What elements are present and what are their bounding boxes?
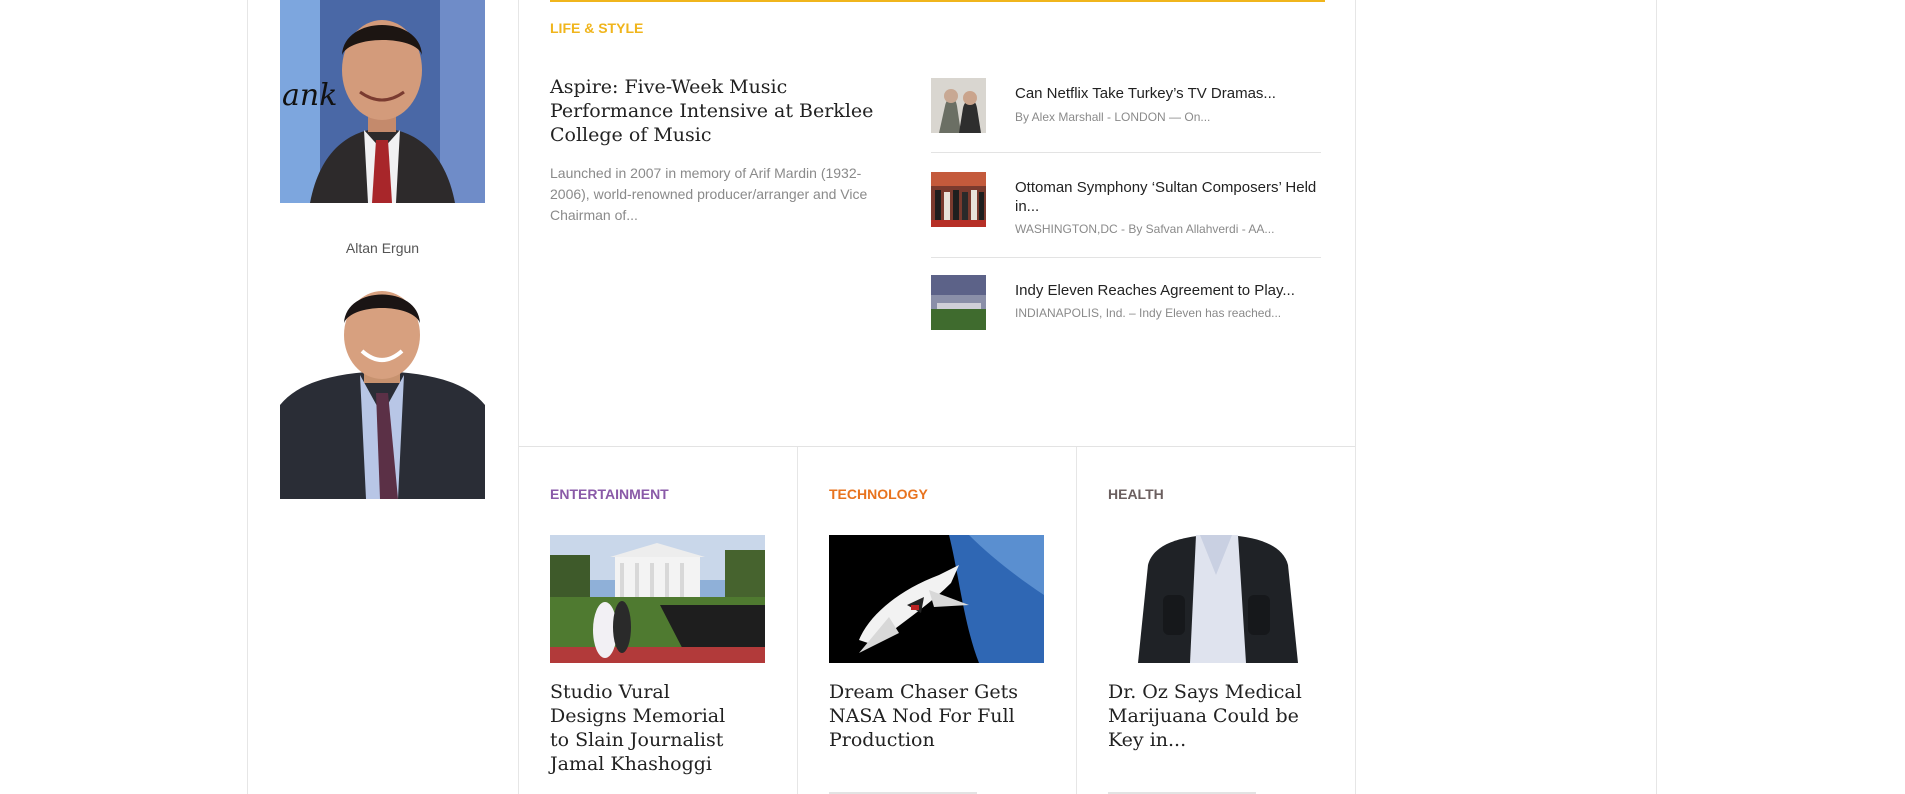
article-meta: By Alex Marshall - LONDON — On... bbox=[1015, 110, 1211, 124]
article-title-technology[interactable]: Dream Chaser Gets NASA Nod For Full Prod… bbox=[829, 680, 1029, 752]
article-image bbox=[550, 535, 765, 663]
article-image-technology[interactable] bbox=[829, 535, 1044, 663]
person-photo-1-image: ank bbox=[280, 0, 485, 203]
article-image-health[interactable] bbox=[1108, 535, 1323, 663]
section-top-rule bbox=[550, 0, 1325, 2]
list-item[interactable]: Indy Eleven Reaches Agreement to Play...… bbox=[931, 275, 1321, 359]
person-photo-2[interactable] bbox=[280, 285, 485, 499]
list-divider bbox=[931, 257, 1321, 258]
column-health: HEALTH Dr. Oz Says Medical Marijuana Cou… bbox=[1076, 447, 1355, 794]
feature-article-excerpt: Launched in 2007 in memory of Arif Mardi… bbox=[550, 165, 868, 223]
article-thumbnail[interactable] bbox=[931, 172, 986, 227]
article-title[interactable]: Ottoman Symphony ‘Sultan Composers’ Held… bbox=[1015, 178, 1321, 216]
article-meta: WASHINGTON,DC - By Safvan Allahverdi - A… bbox=[1015, 222, 1275, 236]
sidebar-people: ank Altan Ergun bbox=[248, 0, 518, 794]
article-thumbnail-image bbox=[931, 78, 986, 133]
person-photo-1[interactable]: ank bbox=[280, 0, 485, 203]
page-frame-right-line bbox=[1656, 0, 1657, 794]
article-title[interactable]: Indy Eleven Reaches Agreement to Play... bbox=[1015, 281, 1321, 300]
article-thumbnail[interactable] bbox=[931, 78, 986, 133]
article-thumbnail-image bbox=[931, 275, 986, 330]
main-right-border bbox=[1355, 0, 1356, 794]
section-label-life-style[interactable]: LIFE & STYLE bbox=[550, 20, 643, 36]
main-content: LIFE & STYLE Aspire: Five-Week Music Per… bbox=[518, 0, 1356, 794]
column-entertainment: ENTERTAINMENT Studio Vural Designs Memor… bbox=[518, 447, 797, 794]
list-item[interactable]: Can Netflix Take Turkey’s TV Dramas... B… bbox=[931, 78, 1321, 162]
list-item[interactable]: Ottoman Symphony ‘Sultan Composers’ Held… bbox=[931, 172, 1321, 256]
article-thumbnail-image bbox=[931, 172, 986, 227]
article-image bbox=[1108, 535, 1323, 663]
article-image-entertainment[interactable] bbox=[550, 535, 765, 663]
section-label-technology[interactable]: TECHNOLOGY bbox=[829, 486, 928, 502]
article-title-health[interactable]: Dr. Oz Says Medical Marijuana Could be K… bbox=[1108, 680, 1308, 752]
column-technology: TECHNOLOGY Dream Chaser Gets NASA Nod Fo… bbox=[797, 447, 1076, 794]
feature-article-title[interactable]: Aspire: Five-Week Music Performance Inte… bbox=[550, 75, 880, 147]
article-image bbox=[829, 535, 1044, 663]
article-title-entertainment[interactable]: Studio Vural Designs Memorial to Slain J… bbox=[550, 680, 750, 776]
svg-text:ank: ank bbox=[282, 78, 337, 113]
person-name-1: Altan Ergun bbox=[345, 240, 420, 256]
section-label-entertainment[interactable]: ENTERTAINMENT bbox=[550, 486, 669, 502]
section-label-health[interactable]: HEALTH bbox=[1108, 486, 1164, 502]
person-photo-2-image bbox=[280, 285, 485, 499]
article-meta: INDIANAPOLIS, Ind. – Indy Eleven has rea… bbox=[1015, 306, 1282, 320]
list-divider bbox=[931, 152, 1321, 153]
article-thumbnail[interactable] bbox=[931, 275, 986, 330]
article-title[interactable]: Can Netflix Take Turkey’s TV Dramas... bbox=[1015, 84, 1321, 103]
